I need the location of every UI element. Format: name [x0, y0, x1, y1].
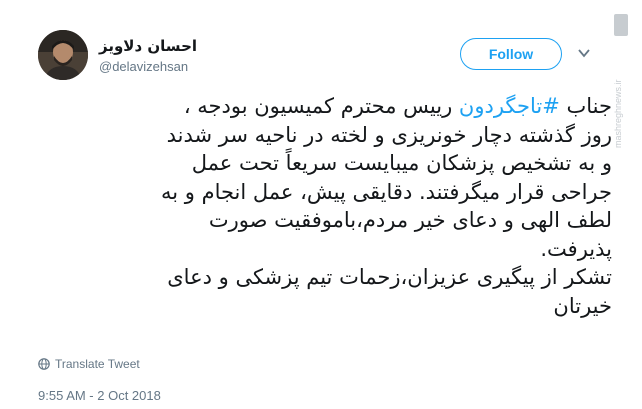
svg-text:mashreghnews.ir: mashreghnews.ir	[613, 79, 623, 148]
tweet-text-segment: جناب	[559, 94, 613, 118]
tweet-timestamp[interactable]: 9:55 AM - 2 Oct 2018	[38, 388, 161, 403]
user-handle[interactable]: @delavizehsan	[99, 59, 188, 74]
globe-icon	[38, 358, 50, 370]
tweet-text: جناب #تاجگردون رییس محترم کمیسیون بودجه …	[32, 92, 612, 320]
translate-tweet-link[interactable]: Translate Tweet	[38, 357, 140, 371]
news-logo: mashreghnews.ir	[613, 14, 628, 148]
tweet-line: روز گذشته دچار خونریزی و لخته در ناحیه س…	[166, 122, 612, 147]
tweet-line: و به تشخیص پزشکان میبایست سریعاً تحت عمل	[191, 151, 612, 175]
tweet-card: احسان دلاویز @delavizehsan Follow mashre…	[0, 0, 642, 409]
tweet-line: لطف الهی و دعای خیر مردم،باموفقیت صورت	[208, 208, 612, 232]
tweet-line: جراحی قرار میگرفتند. دقایقی پیش، عمل انج…	[160, 179, 612, 204]
follow-button[interactable]: Follow	[460, 38, 562, 70]
tweet-text-segment: رییس محترم کمیسیون بودجه ،	[183, 94, 459, 118]
translate-label[interactable]: Translate Tweet	[55, 357, 140, 371]
hashtag-link[interactable]: #تاجگردون	[459, 94, 560, 118]
avatar[interactable]	[38, 30, 88, 80]
tweet-line: خیرتان	[553, 293, 612, 318]
display-name[interactable]: احسان دلاویز	[99, 37, 197, 55]
tweet-line: پذیرفت.	[540, 236, 612, 261]
chevron-down-icon[interactable]	[578, 48, 590, 58]
tweet-line: تشکر از پیگیری عزیزان،زحمات تیم پزشکی و …	[167, 265, 612, 289]
tweet-line: جناب #تاجگردون رییس محترم کمیسیون بودجه …	[32, 92, 612, 121]
